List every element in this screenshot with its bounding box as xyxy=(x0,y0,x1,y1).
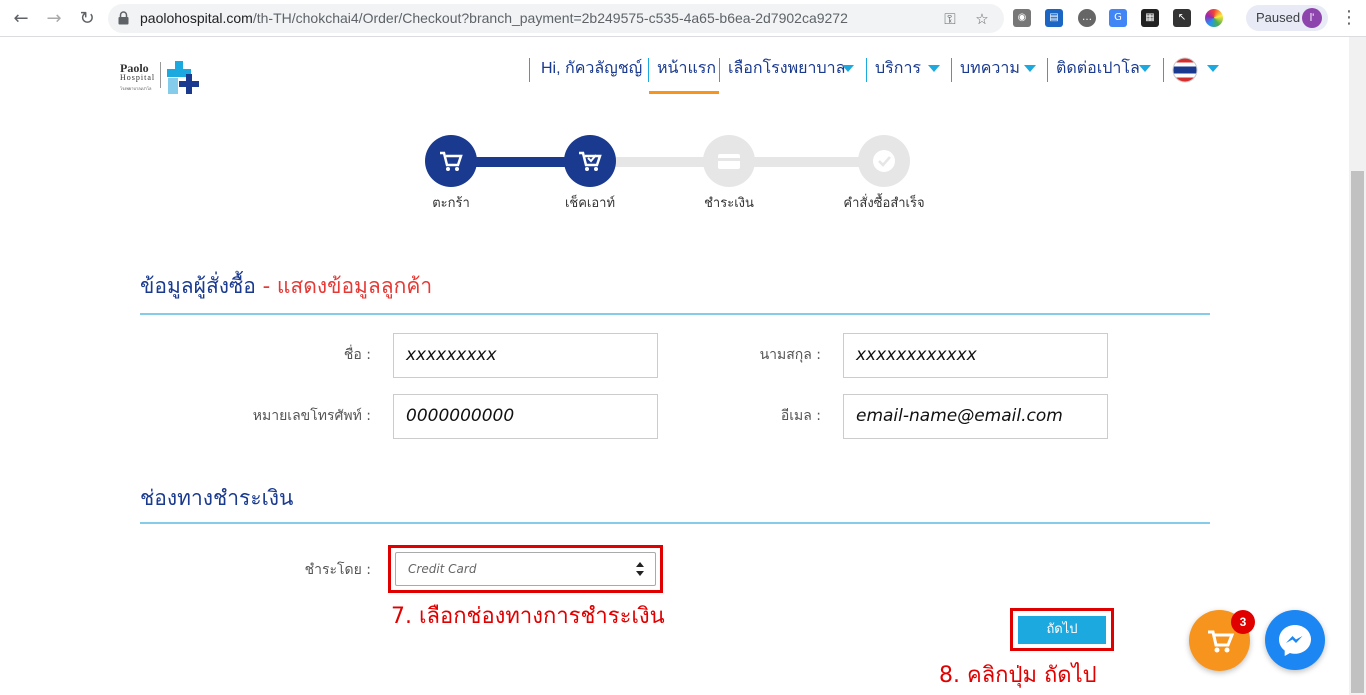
page-scrollbar[interactable] xyxy=(1349,37,1366,695)
credit-card-icon xyxy=(718,154,740,169)
step-cart xyxy=(425,135,477,187)
chevron-down-icon[interactable] xyxy=(842,65,854,72)
nav-articles[interactable]: บทความ xyxy=(960,60,1020,78)
lock-icon xyxy=(118,11,129,25)
payment-method-select[interactable]: Credit Card xyxy=(395,552,656,586)
checkout-progress: ตะกร้า เช็คเอาท์ ชำระเงิน คำสั่งซื้อสำเร… xyxy=(0,130,1366,220)
chevron-down-icon[interactable] xyxy=(928,65,940,72)
section-divider xyxy=(140,522,1210,524)
cart-count-badge: 3 xyxy=(1231,610,1255,634)
nav-divider xyxy=(719,58,720,82)
address-bar[interactable]: paolohospital.com/th-TH/chokchai4/Order/… xyxy=(108,4,1004,33)
payment-section-title: ช่องทางชำระเงิน xyxy=(140,486,294,510)
check-circle-icon xyxy=(873,150,895,172)
scrollbar-thumb[interactable] xyxy=(1351,171,1364,693)
step-label: เช็คเอาท์ xyxy=(564,196,616,211)
star-icon[interactable]: ☆ xyxy=(972,9,992,29)
chevron-down-icon[interactable] xyxy=(1207,65,1219,72)
translate-icon[interactable]: G xyxy=(1109,9,1127,27)
first-name-label: ชื่อ : xyxy=(343,347,371,363)
avatar: l' xyxy=(1302,8,1322,28)
buyer-title-text: ข้อมูลผู้สั่งซื้อ xyxy=(140,274,256,298)
nav-divider xyxy=(1163,58,1164,82)
messenger-button[interactable] xyxy=(1265,610,1325,670)
step-label: ตะกร้า xyxy=(432,196,470,211)
messenger-icon xyxy=(1279,625,1311,656)
section-divider xyxy=(140,313,1210,315)
nav-divider xyxy=(529,58,530,82)
cart-icon xyxy=(440,151,463,171)
camera-icon[interactable]: ◉ xyxy=(1013,9,1031,27)
buyer-annotation: - แสดงข้อมูลลูกค้า xyxy=(255,274,433,298)
profile-button[interactable]: Paused l' xyxy=(1246,5,1328,31)
step-checkout xyxy=(564,135,616,187)
phone-label: หมายเลขโทรศัพท์ : xyxy=(252,408,371,424)
chevron-down-icon[interactable] xyxy=(1024,65,1036,72)
nav-contact[interactable]: ติดต่อเปาโล xyxy=(1056,60,1140,78)
next-button[interactable]: ถัดไป xyxy=(1018,616,1106,644)
nav-divider xyxy=(648,58,649,82)
more-menu-icon[interactable]: ⋮ xyxy=(1340,8,1358,28)
nav-user-greeting[interactable]: Hi, กัควลัญชญ์ xyxy=(541,60,642,78)
chevron-down-icon[interactable] xyxy=(1139,65,1151,72)
reload-icon[interactable]: ↻ xyxy=(75,7,99,31)
step-label: คำสั่งซื้อสำเร็จ xyxy=(843,196,925,211)
key-icon[interactable]: ⚿ xyxy=(940,9,960,29)
nav-active-indicator xyxy=(649,91,719,94)
browser-toolbar: ← → ↻ paolohospital.com/th-TH/chokchai4/… xyxy=(0,0,1366,37)
nav-divider xyxy=(1047,58,1048,82)
forward-icon[interactable]: → xyxy=(42,7,66,31)
nav-divider xyxy=(866,58,867,82)
nav-home-link[interactable]: หน้าแรก xyxy=(657,60,716,78)
payment-method-value: Credit Card xyxy=(408,562,477,576)
email-field[interactable]: email-name@email.com xyxy=(843,394,1108,439)
scanner-extension-icon[interactable]: ▤ xyxy=(1045,9,1063,27)
step-complete xyxy=(858,135,910,187)
step-payment xyxy=(703,135,755,187)
nav-choose-hospital[interactable]: เลือกโรงพยาบาล xyxy=(728,60,845,78)
email-label: อีเมล : xyxy=(780,408,821,424)
last-name-label: นามสกุล : xyxy=(759,347,821,363)
chat-extension-icon[interactable]: … xyxy=(1078,9,1096,27)
profile-status: Paused xyxy=(1256,10,1301,25)
last-name-field[interactable]: xxxxxxxxxxxx xyxy=(843,333,1108,378)
next-button-highlight: ถัดไป xyxy=(1010,608,1114,651)
cursor-extension-icon[interactable]: ↖ xyxy=(1173,9,1191,27)
annotation-click-next: 8. คลิกปุ่ม ถัดไป xyxy=(939,663,1097,688)
select-arrows-icon xyxy=(636,562,644,576)
main-navigation: Hi, กัควลัญชญ์ หน้าแรก เลือกโรงพยาบาล บร… xyxy=(0,52,1366,94)
nav-services[interactable]: บริการ xyxy=(875,60,921,78)
payment-method-highlight: Credit Card xyxy=(388,545,663,593)
pay-by-label: ชำระโดย : xyxy=(304,562,371,578)
url-text: paolohospital.com/th-TH/chokchai4/Order/… xyxy=(140,10,848,26)
first-name-field[interactable]: xxxxxxxxx xyxy=(393,333,658,378)
buyer-section-title: ข้อมูลผู้สั่งซื้อ - แสดงข้อมูลลูกค้า xyxy=(140,270,432,303)
back-icon[interactable]: ← xyxy=(9,7,33,31)
annotation-select-payment: 7. เลือกช่องทางการชำระเงิน xyxy=(391,604,665,629)
step-label: ชำระเงิน xyxy=(704,196,754,211)
thai-flag-icon[interactable] xyxy=(1172,57,1198,83)
cart-check-icon xyxy=(579,151,602,171)
phone-field[interactable]: 0000000000 xyxy=(393,394,658,439)
nav-divider xyxy=(951,58,952,82)
color-picker-icon[interactable] xyxy=(1205,9,1223,27)
qr-code-icon[interactable]: ▦ xyxy=(1141,9,1159,27)
